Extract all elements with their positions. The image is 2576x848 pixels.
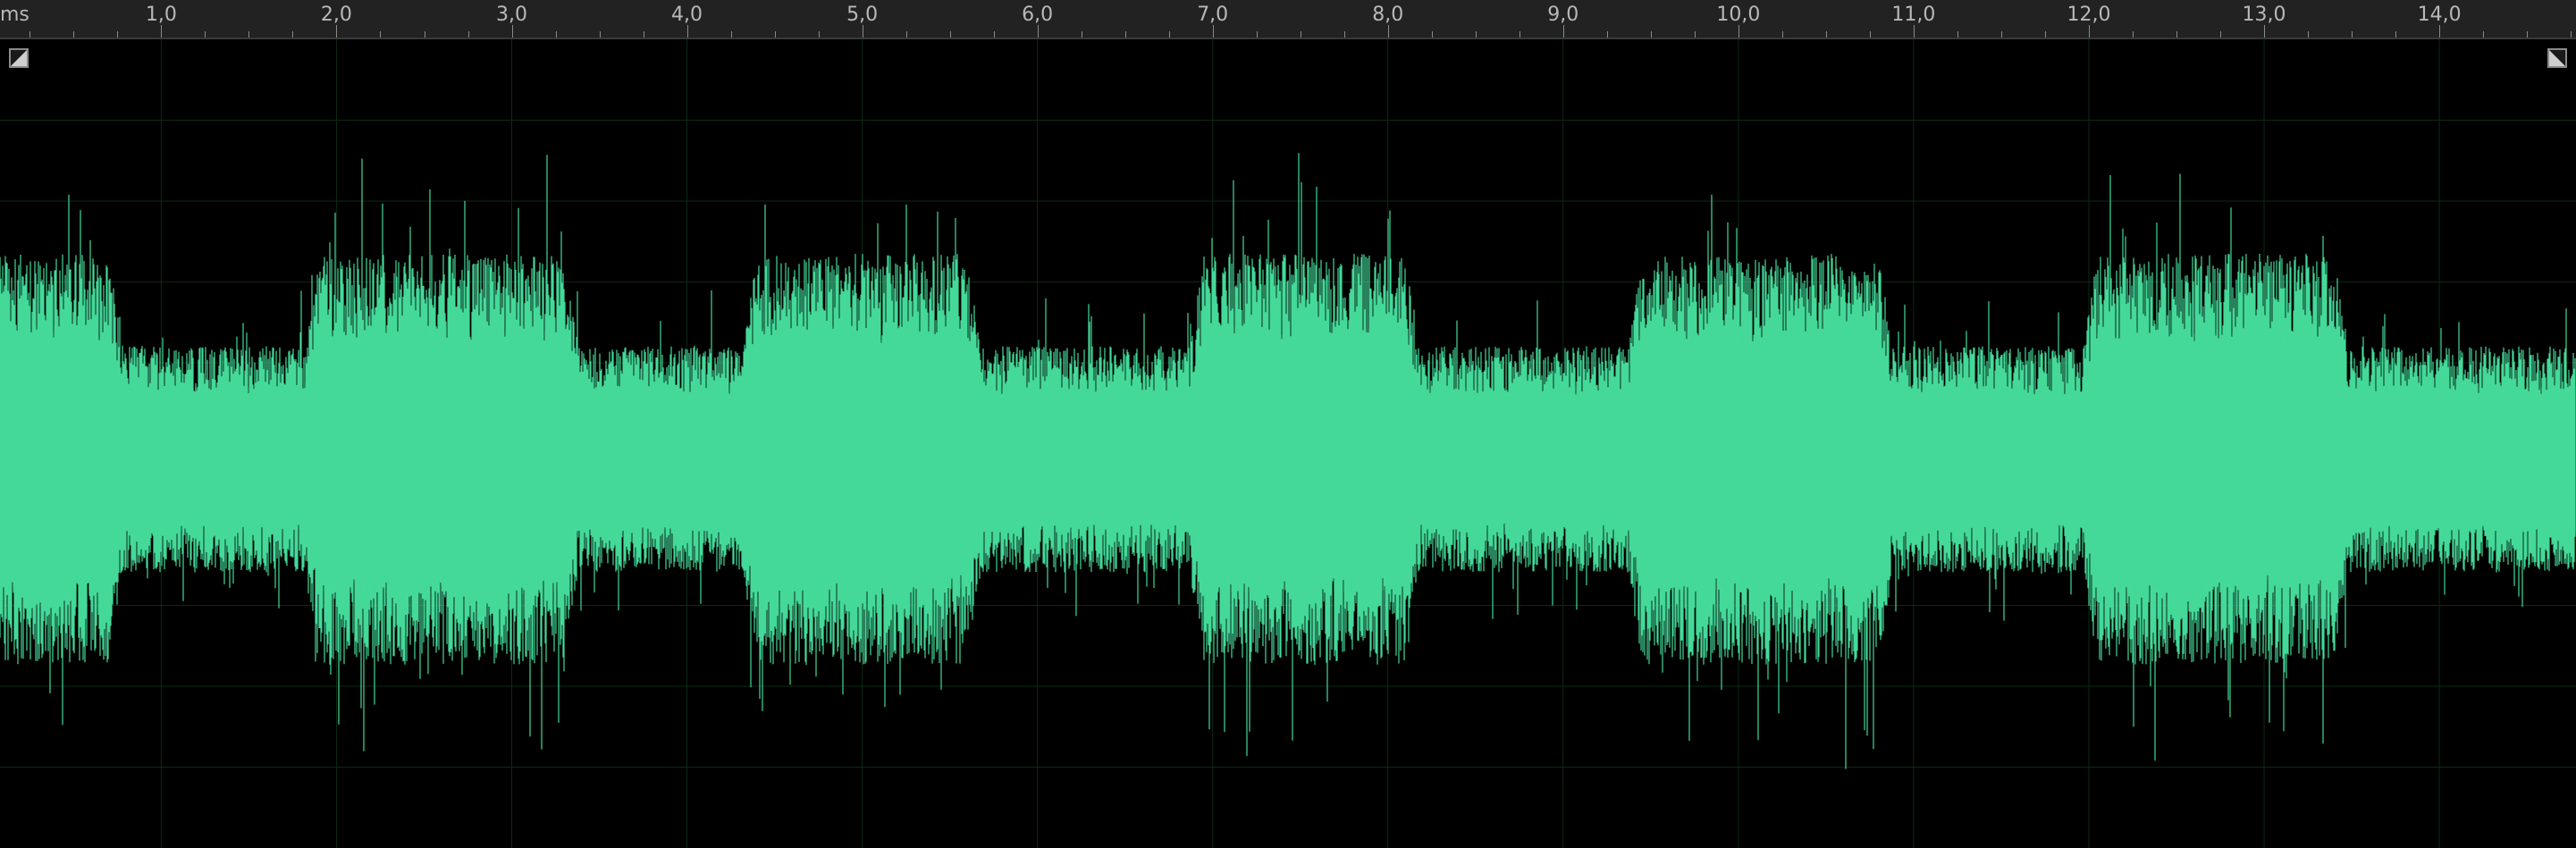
ruler-tick-label: 14,0 (2417, 4, 2462, 26)
ruler-minor-tick (2308, 31, 2309, 38)
ruler-minor-tick (818, 31, 820, 38)
ruler-minor-tick (73, 31, 75, 38)
ruler-minor-tick (2220, 31, 2221, 38)
ruler-major-tick (1387, 25, 1389, 38)
ruler-major-tick (686, 25, 688, 38)
ruler-minor-tick (2176, 31, 2177, 38)
ruler-minor-tick (1256, 31, 1258, 38)
ruler-tick-label: 7,0 (1197, 4, 1229, 26)
ruler-minor-tick (1781, 31, 1783, 38)
ruler-minor-tick (730, 31, 732, 38)
ruler-minor-tick (2352, 31, 2353, 38)
ruler-tick-label: 6,0 (1022, 4, 1054, 26)
ruler-minor-tick (2133, 31, 2134, 38)
ruler-minor-tick (248, 31, 250, 38)
ruler-minor-tick (774, 31, 776, 38)
ruler-tick-label: 9,0 (1547, 4, 1579, 26)
ruler-tick-label: 4,0 (671, 4, 703, 26)
ruler-minor-tick (555, 31, 557, 38)
ruler-tick-label: 11,0 (1891, 4, 1936, 26)
ruler-major-tick (1738, 25, 1739, 38)
ruler-major-tick (1913, 25, 1915, 38)
ruler-major-tick (2439, 25, 2441, 38)
ruler-major-tick (1212, 25, 1214, 38)
ruler-minor-tick (2395, 31, 2397, 38)
ruler-minor-tick (1124, 31, 1126, 38)
ruler-tick-label: 12,0 (2067, 4, 2111, 26)
ruler-minor-tick (905, 31, 907, 38)
ruler-tick-label: 1,0 (145, 4, 177, 26)
fade-out-handle[interactable] (2547, 48, 2567, 68)
ruler-major-tick (2264, 25, 2265, 38)
ruler-tick-label: 2,0 (320, 4, 352, 26)
ruler-minor-tick (1650, 31, 1652, 38)
ruler-tick-label: 13,0 (2242, 4, 2286, 26)
ruler-minor-tick (1825, 31, 1827, 38)
ruler-major-tick (1037, 25, 1039, 38)
ruler-minor-tick (29, 31, 31, 38)
ruler-minor-tick (467, 31, 469, 38)
ruler-minor-tick (993, 31, 995, 38)
ruler-minor-tick (117, 31, 119, 38)
waveform-core (0, 325, 2576, 593)
ruler-major-tick (1562, 25, 1564, 38)
fade-out-handle-icon (2549, 50, 2565, 66)
ruler-minor-tick (205, 31, 206, 38)
ruler-major-tick (511, 25, 513, 38)
ruler-major-tick (161, 25, 163, 38)
time-ruler[interactable]: ms 1,0 2,0 3,0 4,0 5,0 6,0 7,0 8,0 9,0 10,0 11,0 12… (0, 0, 2576, 39)
waveform-display[interactable] (0, 39, 2576, 848)
ruler-minor-tick (1475, 31, 1477, 38)
ruler-tick-label: 3,0 (496, 4, 527, 26)
fade-in-handle[interactable] (9, 48, 29, 68)
ruler-minor-tick (2483, 31, 2485, 38)
ruler-minor-tick (380, 31, 382, 38)
ruler-minor-tick (1957, 31, 1958, 38)
ruler-minor-tick (599, 31, 601, 38)
fade-in-handle-icon (11, 50, 27, 66)
ruler-tick-label: 10,0 (1716, 4, 1761, 26)
ruler-minor-tick (2571, 31, 2572, 38)
ruler-major-tick (336, 25, 338, 38)
ruler-tick-label: 8,0 (1372, 4, 1404, 26)
ruler-minor-tick (1343, 31, 1345, 38)
waveform-svg[interactable] (0, 39, 2576, 848)
ruler-minor-tick (1869, 31, 1871, 38)
ruler-minor-tick (2527, 31, 2529, 38)
ruler-minor-tick (1606, 31, 1608, 38)
ruler-minor-tick (2000, 31, 2002, 38)
ruler-minor-tick (292, 31, 294, 38)
waveform-samples (0, 153, 2576, 769)
ruler-unit-label: ms (0, 4, 29, 26)
ruler-minor-tick (1694, 31, 1696, 38)
ruler-major-tick (2089, 25, 2090, 38)
ruler-minor-tick (1431, 31, 1433, 38)
ruler-tick-label: 5,0 (846, 4, 879, 26)
ruler-minor-tick (2045, 31, 2046, 38)
ruler-minor-tick (949, 31, 951, 38)
ruler-minor-tick (1168, 31, 1170, 38)
